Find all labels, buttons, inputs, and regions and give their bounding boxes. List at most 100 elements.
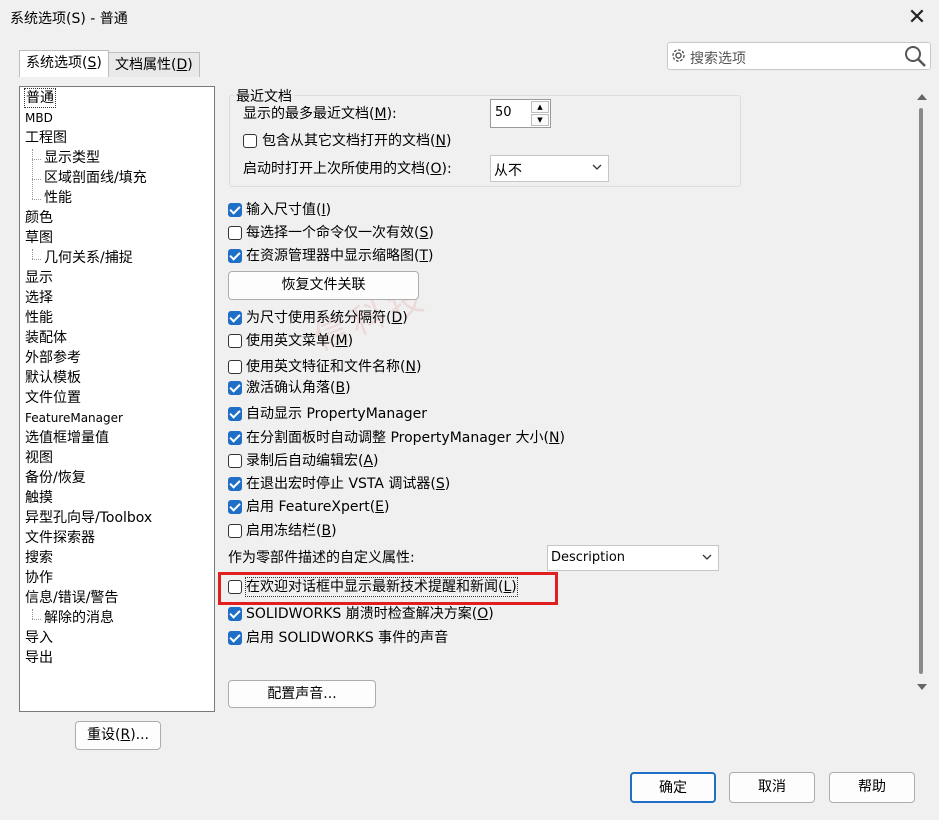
title-bar bbox=[0, 0, 939, 36]
tree-item[interactable]: 工程图 bbox=[25, 129, 67, 147]
tree-guide-line bbox=[32, 609, 33, 619]
chevron-down-icon bbox=[592, 164, 602, 170]
checkbox-checked-icon[interactable] bbox=[228, 203, 242, 217]
custom-property-label: 作为零部件描述的自定义属性: bbox=[228, 550, 415, 566]
tree-item[interactable]: 异型孔向导/Toolbox bbox=[25, 509, 152, 527]
checkbox-unchecked-icon[interactable] bbox=[228, 226, 242, 240]
tree-guide-line bbox=[32, 149, 33, 199]
tree-item[interactable]: 搜索 bbox=[25, 549, 53, 567]
tree-item[interactable]: 导入 bbox=[25, 629, 53, 647]
checkbox-checked-icon[interactable] bbox=[228, 249, 242, 263]
restore-file-association-button[interactable]: 恢复文件关联 bbox=[228, 271, 419, 300]
close-icon[interactable]: ✕ bbox=[903, 4, 931, 32]
checkbox-checked-icon[interactable] bbox=[228, 631, 242, 645]
option-label: 在分割面板时自动调整 PropertyManager 大小(N) bbox=[246, 430, 565, 446]
scroll-down-icon[interactable] bbox=[917, 684, 927, 690]
checkbox-unchecked-icon[interactable] bbox=[228, 454, 242, 468]
max-recent-spinner[interactable]: 50 ▲ ▼ bbox=[490, 99, 551, 128]
checkbox-checked-icon[interactable] bbox=[228, 477, 242, 491]
open-last-value: 从不 bbox=[494, 163, 522, 179]
custom-property-value: Description bbox=[551, 550, 626, 565]
tree-guide-branch bbox=[32, 619, 41, 620]
tab-label: 文档属性 bbox=[115, 57, 171, 73]
tree-item[interactable]: 选值框增量值 bbox=[25, 429, 109, 447]
checkbox-checked-icon[interactable] bbox=[228, 407, 242, 421]
search-placeholder: 搜索选项 bbox=[690, 51, 746, 67]
checkbox-checked-icon[interactable] bbox=[228, 607, 242, 621]
tree-item[interactable]: 导出 bbox=[25, 649, 53, 667]
option-label: SOLIDWORKS 崩溃时检查解决方案(O) bbox=[246, 606, 494, 622]
option-label: 自动显示 PropertyManager bbox=[246, 406, 428, 422]
checkbox-checked-icon[interactable] bbox=[228, 431, 242, 445]
option-label: 启用 FeatureXpert(E) bbox=[246, 499, 390, 515]
tree-guide-branch bbox=[32, 259, 41, 260]
checkbox-checked-icon[interactable] bbox=[228, 311, 242, 325]
checkbox-unchecked-icon[interactable] bbox=[228, 524, 242, 538]
tree-item[interactable]: FeatureManager bbox=[25, 409, 123, 427]
tree-item[interactable]: 文件探索器 bbox=[25, 529, 95, 547]
option-label: 录制后自动编辑宏(A) bbox=[246, 453, 379, 469]
spin-down-icon[interactable]: ▼ bbox=[531, 114, 549, 126]
ok-button[interactable]: 确定 bbox=[630, 772, 716, 803]
include-other-docs-label: 包含从其它文档打开的文档(N) bbox=[262, 133, 452, 149]
scroll-thumb[interactable] bbox=[919, 108, 923, 674]
highlight-box bbox=[218, 572, 558, 605]
option-label: 输入尺寸值(I) bbox=[246, 202, 332, 218]
option-label: 启用冻结栏(B) bbox=[246, 523, 337, 539]
scrollbar[interactable] bbox=[913, 86, 931, 712]
tree-guide-branch bbox=[32, 179, 41, 180]
tree-item[interactable]: 触摸 bbox=[25, 489, 53, 507]
tree-guide-branch bbox=[32, 159, 41, 160]
option-label: 使用英文菜单(M) bbox=[246, 333, 354, 349]
recent-documents-title: 最近文档 bbox=[234, 86, 294, 106]
checkbox-unchecked-icon[interactable] bbox=[228, 360, 242, 374]
include-other-docs-checkbox[interactable] bbox=[243, 134, 257, 148]
custom-property-select[interactable]: Description bbox=[547, 545, 719, 571]
tree-item[interactable]: 备份/恢复 bbox=[25, 469, 86, 487]
tree-item[interactable]: 解除的消息 bbox=[44, 609, 114, 627]
tree-item[interactable]: 性能 bbox=[25, 309, 53, 327]
reset-label: 重设 bbox=[86, 727, 115, 743]
open-last-select[interactable]: 从不 bbox=[490, 155, 609, 182]
option-label: 使用英文特征和文件名称(N) bbox=[246, 359, 422, 375]
reset-mnemonic: R bbox=[120, 727, 131, 743]
tree-item-selected[interactable]: 普通 bbox=[24, 88, 56, 108]
tree-item[interactable]: 外部参考 bbox=[25, 349, 81, 367]
checkbox-checked-icon[interactable] bbox=[228, 381, 242, 395]
reset-button[interactable]: 重设(R)... bbox=[75, 721, 161, 750]
cancel-button[interactable]: 取消 bbox=[729, 772, 815, 803]
tree-item[interactable]: 装配体 bbox=[25, 329, 67, 347]
tree-item[interactable]: 信息/错误/警告 bbox=[25, 589, 118, 607]
options-tree[interactable]: 普通 MBD 工程图 显示类型 区域剖面线/填充 性能 颜色 草图 几何关系/捕捉 显示 选择 性能装… bbox=[19, 86, 215, 712]
tree-item[interactable]: 选择 bbox=[25, 289, 53, 307]
option-label: 为尺寸使用系统分隔符(D) bbox=[246, 310, 408, 326]
search-icon[interactable] bbox=[902, 44, 928, 68]
scroll-up-icon[interactable] bbox=[917, 94, 927, 100]
tree-item[interactable]: 几何关系/捕捉 bbox=[44, 249, 133, 267]
open-last-label: 启动时打开上次所使用的文档(O): bbox=[243, 161, 452, 177]
tree-item[interactable]: 视图 bbox=[25, 449, 53, 467]
tab-document-properties[interactable]: 文档属性(D) bbox=[108, 52, 200, 77]
option-label: 每选择一个命令仅一次有效(S) bbox=[246, 225, 434, 241]
tree-item[interactable]: 显示类型 bbox=[44, 149, 100, 167]
tree-item[interactable]: 颜色 bbox=[25, 209, 53, 227]
tree-item[interactable]: 区域剖面线/填充 bbox=[44, 169, 147, 187]
spin-up-icon[interactable]: ▲ bbox=[531, 101, 549, 113]
option-label: 激活确认角落(B) bbox=[246, 380, 351, 396]
help-button[interactable]: 帮助 bbox=[829, 772, 915, 803]
tab-mnemonic: S bbox=[87, 55, 97, 71]
window-title: 系统选项(S) - 普通 bbox=[10, 11, 128, 27]
tree-item[interactable]: 显示 bbox=[25, 269, 53, 287]
checkbox-checked-icon[interactable] bbox=[228, 500, 242, 514]
tree-item[interactable]: 草图 bbox=[25, 229, 53, 247]
tab-system-options[interactable]: 系统选项(S) bbox=[19, 50, 109, 77]
tree-item[interactable]: 协作 bbox=[25, 569, 53, 587]
option-label: 在资源管理器中显示缩略图(T) bbox=[246, 248, 434, 264]
tree-item[interactable]: 默认模板 bbox=[25, 369, 81, 387]
checkbox-unchecked-icon[interactable] bbox=[228, 334, 242, 348]
search-input[interactable]: 搜索选项 bbox=[667, 42, 931, 70]
tree-item[interactable]: MBD bbox=[25, 109, 53, 127]
tree-item[interactable]: 文件位置 bbox=[25, 389, 81, 407]
configure-sounds-button[interactable]: 配置声音... bbox=[228, 680, 376, 708]
tree-item[interactable]: 性能 bbox=[44, 189, 72, 207]
